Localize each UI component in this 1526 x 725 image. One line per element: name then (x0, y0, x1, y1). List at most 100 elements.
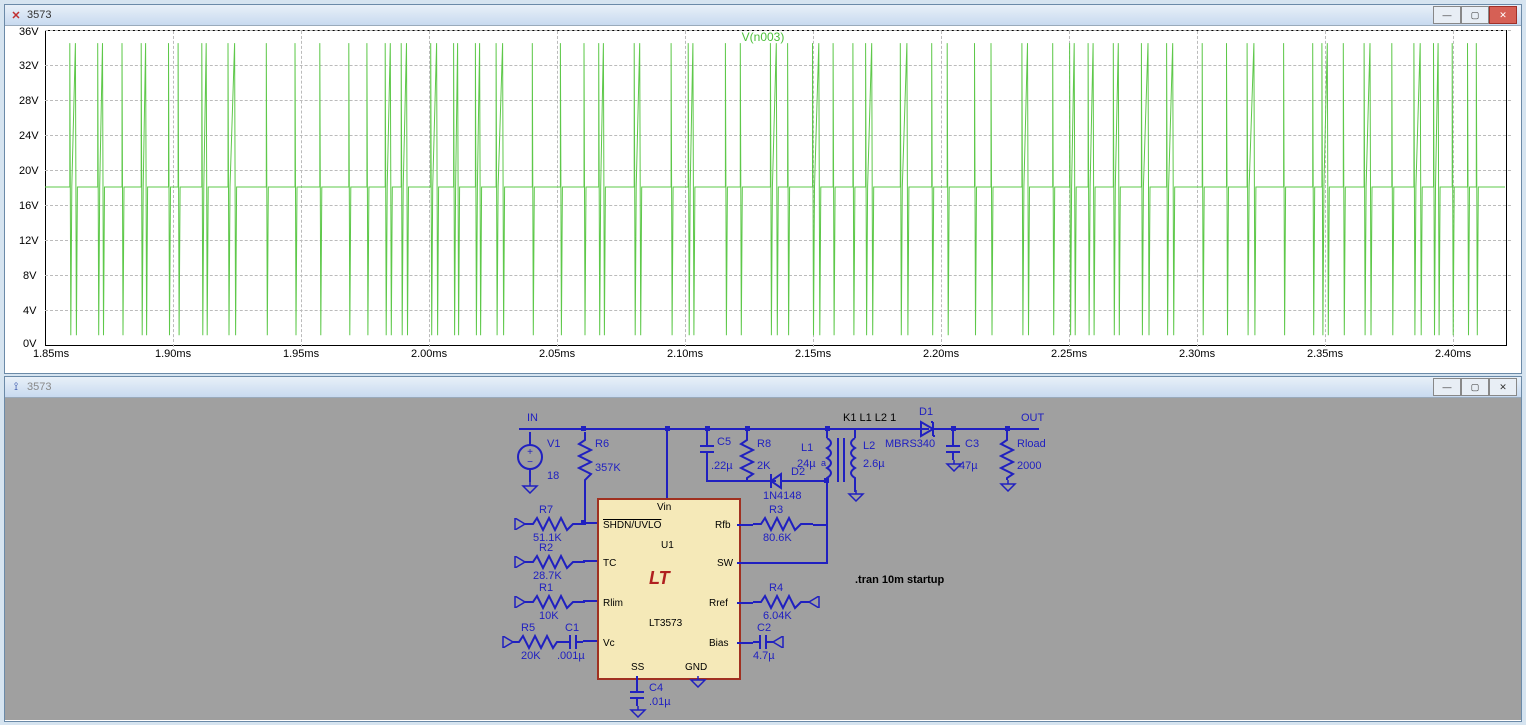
node (581, 520, 586, 525)
wire (746, 428, 748, 436)
minimize-button[interactable]: — (1433, 378, 1461, 396)
schematic-titlebar[interactable]: ⟟ 3573 — ▢ ✕ (5, 377, 1521, 398)
x-tick: 2.10ms (667, 348, 703, 360)
comp-val: 20K (521, 650, 541, 662)
wire (737, 562, 827, 564)
waveform-title: 3573 (27, 9, 51, 21)
y-tick: 24V (19, 130, 39, 142)
ground-icon (629, 706, 647, 718)
capacitor-icon (697, 440, 717, 460)
y-tick: 20V (19, 165, 39, 177)
wire (952, 430, 954, 440)
ground-icon (521, 482, 539, 494)
ground-arrow-icon (511, 596, 525, 608)
ground-icon (847, 490, 865, 502)
comp-ref: R7 (539, 504, 553, 516)
waveform-trace (45, 30, 1505, 344)
comp-val: 357K (595, 462, 621, 474)
comp-val: 10K (539, 610, 559, 622)
pin-tc: TC (603, 558, 616, 569)
ground-arrow-icon (773, 636, 787, 648)
pin-ss: SS (631, 662, 644, 673)
comp-ref: R8 (757, 438, 771, 450)
comp-ref: C5 (717, 436, 731, 448)
schematic-window[interactable]: ⟟ 3573 — ▢ ✕ IN +− V1 18 R6 357K Vin SHD… (4, 376, 1522, 722)
voltage-source-icon: +− (515, 432, 545, 482)
ground-icon (689, 676, 707, 688)
comp-val: 2K (757, 460, 770, 472)
ic-part: LT3573 (649, 618, 682, 629)
lt-logo-icon: LT (649, 568, 670, 589)
wire (737, 602, 753, 604)
comp-val: 6.04K (763, 610, 792, 622)
comp-val: 4.7µ (753, 650, 775, 662)
comp-val: 2.6µ (863, 458, 885, 470)
y-tick: 36V (19, 26, 39, 38)
waveform-titlebar[interactable]: ✕ 3573 — ▢ ✕ (5, 5, 1521, 26)
inductor-icon (847, 438, 863, 482)
x-tick: 1.95ms (283, 348, 319, 360)
maximize-button[interactable]: ▢ (1461, 378, 1489, 396)
comp-val: 24µ (797, 458, 816, 470)
y-tick: 16V (19, 200, 39, 212)
wire (636, 676, 638, 686)
scope-icon: ✕ (9, 8, 23, 22)
close-button[interactable]: ✕ (1489, 6, 1517, 24)
resistor-icon (525, 554, 585, 570)
pin-rfb: Rfb (715, 520, 731, 531)
x-tick: 2.30ms (1179, 348, 1215, 360)
resistor-icon (577, 432, 593, 492)
wire (737, 524, 753, 526)
schematic-title: 3573 (27, 381, 51, 393)
comp-val: 2000 (1017, 460, 1041, 472)
capacitor-icon (753, 632, 773, 652)
wire (583, 600, 597, 602)
net-label-in: IN (527, 412, 538, 424)
pin-rref: Rref (709, 598, 728, 609)
comp-ref: C1 (565, 622, 579, 634)
pin-rlim: Rlim (603, 598, 623, 609)
schematic-canvas[interactable]: IN +− V1 18 R6 357K Vin SHDN/UVLO TC Rli… (5, 398, 1521, 720)
pin-shdn: SHDN/UVLO (603, 520, 661, 531)
x-tick: 1.90ms (155, 348, 191, 360)
svg-text:−: − (527, 457, 533, 468)
comp-ref: L1 (801, 442, 813, 454)
comp-ref: L2 (863, 440, 875, 452)
comp-ref: R3 (769, 504, 783, 516)
wire (737, 642, 753, 644)
core (837, 438, 839, 482)
close-button[interactable]: ✕ (1489, 378, 1517, 396)
pin-sw: SW (717, 558, 733, 569)
pin-vin: Vin (657, 502, 671, 513)
wire (706, 480, 776, 482)
wire (583, 640, 597, 642)
capacitor-icon (943, 440, 963, 460)
minimize-button[interactable]: — (1433, 6, 1461, 24)
comp-ref: C4 (649, 682, 663, 694)
comp-val: .001µ (557, 650, 585, 662)
ground-arrow-icon (511, 518, 525, 530)
pin-vc: Vc (603, 638, 615, 649)
comp-ref: R6 (595, 438, 609, 450)
ic-ref: U1 (661, 540, 674, 551)
node (581, 426, 586, 431)
ground-icon (999, 480, 1017, 492)
comp-ref: D1 (919, 406, 933, 418)
maximize-button[interactable]: ▢ (1461, 6, 1489, 24)
spice-directive[interactable]: .tran 10m startup (855, 574, 944, 586)
comp-ref: R4 (769, 582, 783, 594)
x-tick: 2.15ms (795, 348, 831, 360)
comp-val: 1N4148 (763, 490, 802, 502)
comp-note: a (821, 458, 826, 468)
comp-val: .22µ (711, 460, 733, 472)
y-tick: 4V (23, 305, 36, 317)
x-tick: 2.05ms (539, 348, 575, 360)
x-tick: 2.40ms (1435, 348, 1471, 360)
comp-ref: R2 (539, 542, 553, 554)
wire (813, 524, 828, 526)
diode-icon (767, 472, 791, 490)
capacitor-icon (563, 632, 583, 652)
wire (826, 482, 828, 564)
waveform-window[interactable]: ✕ 3573 — ▢ ✕ V(n003) 36V 32V 28V 24V 20V… (4, 4, 1522, 374)
plot-area[interactable]: V(n003) 36V 32V 28V 24V 20V 16V 12V 8V 4… (5, 26, 1521, 372)
